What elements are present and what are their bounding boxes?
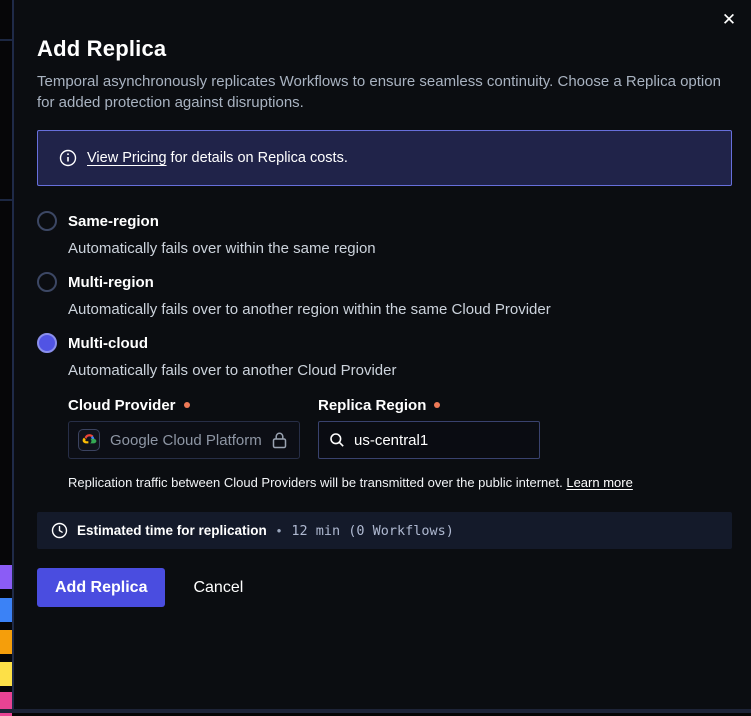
background-page-strip: [0, 0, 14, 713]
replica-options-group: Same-region Automatically fails over wit…: [37, 210, 731, 491]
multi-cloud-form: Cloud Provider Replica Region: [68, 396, 731, 491]
add-replica-modal: ✕ Add Replica Temporal asynchronously re…: [14, 0, 751, 709]
background-bottom-bar: [0, 709, 751, 713]
background-stripe: [0, 598, 12, 622]
option-label: Multi-cloud: [68, 335, 148, 352]
modal-actions: Add Replica Cancel: [37, 568, 731, 607]
add-replica-button[interactable]: Add Replica: [37, 568, 165, 607]
modal-title: Add Replica: [37, 36, 731, 62]
background-divider: [0, 199, 12, 201]
cancel-button[interactable]: Cancel: [193, 579, 243, 597]
radio-multi-region[interactable]: Multi-region: [37, 271, 731, 293]
radio-icon[interactable]: [37, 272, 57, 292]
replica-region-label: Replica Region: [318, 396, 440, 414]
replica-region-value[interactable]: us-central1: [354, 432, 428, 449]
view-pricing-link[interactable]: View Pricing: [87, 150, 167, 166]
estimate-label: Estimated time for replication: [77, 523, 267, 538]
cloud-provider-field: Google Cloud Platform: [68, 421, 300, 459]
option-description: Automatically fails over to another regi…: [68, 301, 731, 319]
option-same-region: Same-region Automatically fails over wit…: [37, 210, 731, 258]
pricing-banner: View Pricing for details on Replica cost…: [37, 130, 732, 186]
radio-same-region[interactable]: Same-region: [37, 210, 731, 232]
modal-description: Temporal asynchronously replicates Workf…: [37, 71, 729, 113]
radio-icon[interactable]: [37, 211, 57, 231]
gcp-logo-icon: [78, 429, 100, 451]
option-multi-cloud: Multi-cloud Automatically fails over to …: [37, 332, 731, 491]
background-stripe: [0, 565, 12, 589]
option-multi-region: Multi-region Automatically fails over to…: [37, 271, 731, 319]
public-internet-note: Replication traffic between Cloud Provid…: [68, 475, 731, 491]
required-dot: [434, 402, 440, 408]
search-icon: [329, 432, 345, 448]
learn-more-link[interactable]: Learn more: [566, 475, 632, 490]
estimate-value: 12 min (0 Workflows): [291, 523, 454, 539]
radio-icon[interactable]: [37, 333, 57, 353]
option-description: Automatically fails over within the same…: [68, 240, 731, 258]
required-dot: [184, 402, 190, 408]
option-label: Multi-region: [68, 274, 154, 291]
cloud-provider-value: Google Cloud Platform: [110, 432, 262, 449]
cloud-provider-label: Cloud Provider: [68, 396, 318, 414]
estimate-bar: Estimated time for replication • 12 min …: [37, 512, 732, 549]
background-stripe: [0, 630, 12, 654]
radio-multi-cloud[interactable]: Multi-cloud: [37, 332, 731, 354]
option-description: Automatically fails over to another Clou…: [68, 362, 731, 380]
lock-icon: [272, 432, 287, 449]
replica-region-field[interactable]: us-central1: [318, 421, 540, 459]
info-icon: [59, 149, 77, 167]
option-label: Same-region: [68, 213, 159, 230]
pricing-banner-text: View Pricing for details on Replica cost…: [87, 150, 348, 166]
clock-icon: [51, 522, 68, 539]
estimate-separator: •: [277, 523, 282, 538]
background-stripe: [0, 662, 12, 686]
background-divider: [0, 39, 12, 41]
